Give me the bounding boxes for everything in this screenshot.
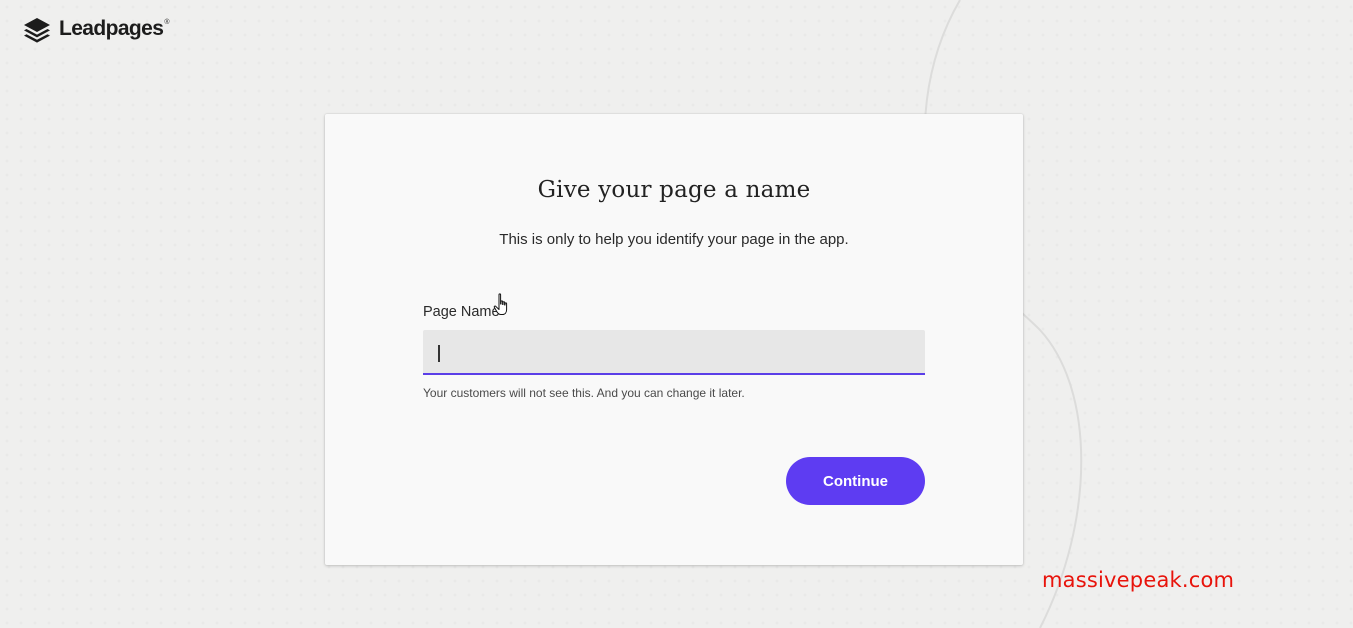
page-name-helper-text: Your customers will not see this. And yo…: [423, 386, 745, 400]
continue-button[interactable]: Continue: [786, 457, 925, 505]
trademark-symbol: ®: [164, 19, 169, 26]
hand-pointer-cursor-icon: [493, 293, 508, 315]
dialog-title: Give your page a name: [537, 177, 811, 203]
watermark-text: massivepeak.com: [1042, 568, 1235, 592]
leadpages-logo[interactable]: Leadpages®: [21, 15, 169, 43]
stacked-layers-icon: [24, 18, 50, 43]
page-name-input[interactable]: [423, 330, 925, 375]
text-caret: [438, 345, 440, 362]
page-name-dialog: Give your page a name This is only to he…: [325, 114, 1023, 565]
dialog-subtitle: This is only to help you identify your p…: [499, 231, 849, 248]
page-name-label: Page Name: [423, 304, 500, 320]
brand-name: Leadpages®: [59, 17, 169, 40]
